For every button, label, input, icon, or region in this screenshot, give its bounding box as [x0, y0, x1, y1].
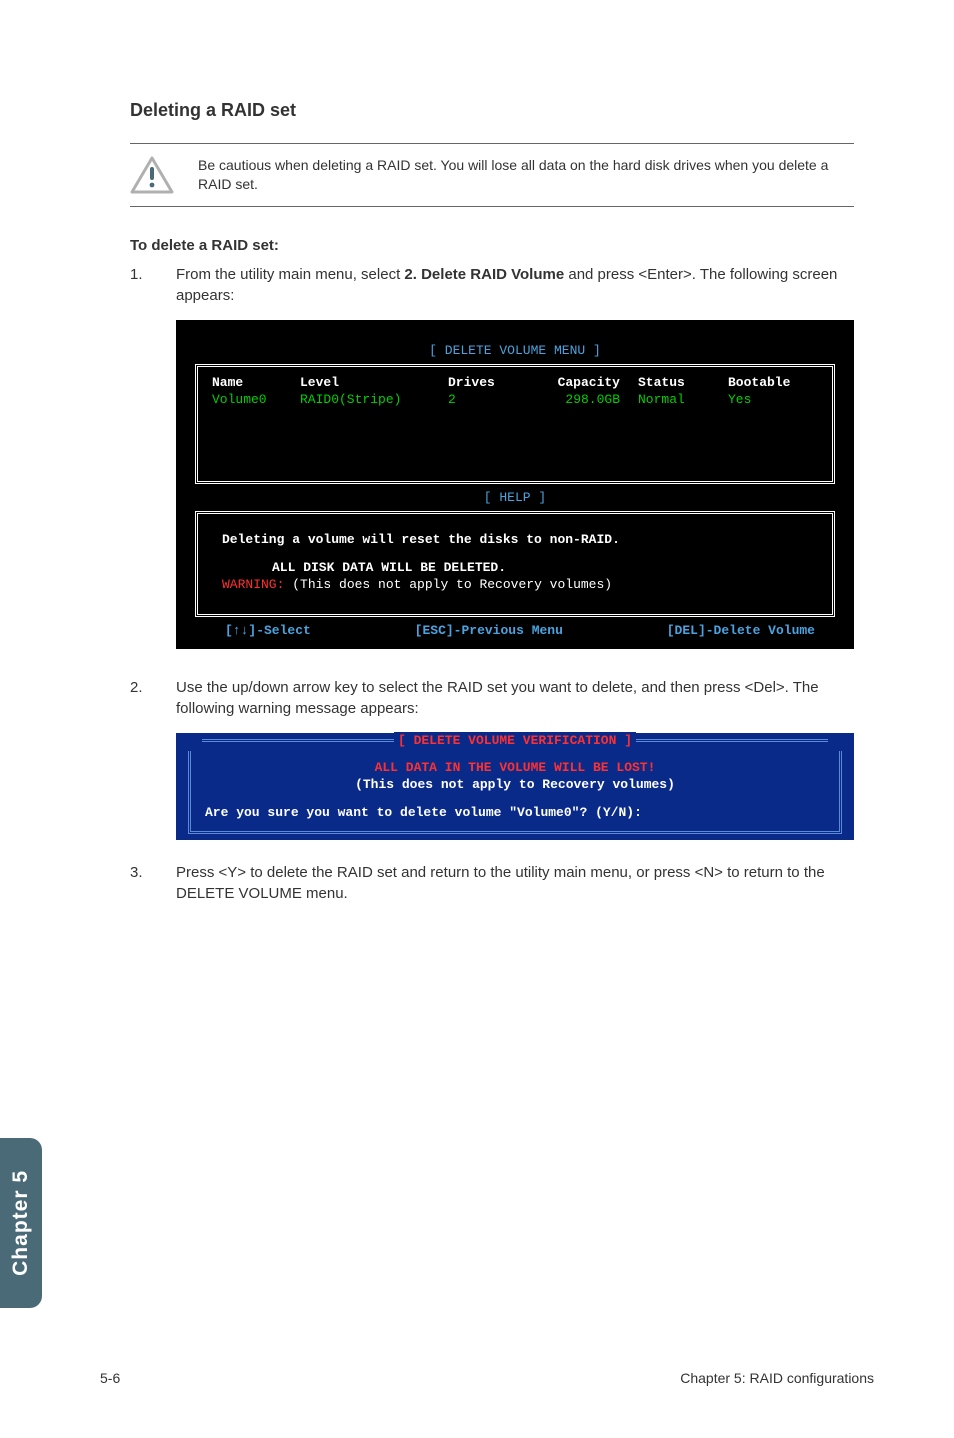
help-line-1: Deleting a volume will reset the disks t… — [212, 532, 818, 549]
verify-question: Are you sure you want to delete volume "… — [201, 804, 829, 822]
step-number: 3. — [130, 862, 176, 904]
footer-select: [↑↓]-Select — [225, 623, 311, 640]
help-line-2: ALL DISK DATA WILL BE DELETED. — [212, 560, 818, 577]
verify-note: (This does not apply to Recovery volumes… — [201, 776, 829, 794]
verify-dialog: [ DELETE VOLUME VERIFICATION ] ALL DATA … — [176, 733, 854, 840]
terminal-title: [ DELETE VOLUME MENU ] — [195, 343, 835, 360]
cell-status: Normal — [638, 392, 728, 409]
page-footer: 5-6 Chapter 5: RAID configurations — [100, 1370, 874, 1386]
step-text-bold: 2. Delete RAID Volume — [404, 266, 564, 283]
step-number: 1. — [130, 264, 176, 306]
table-row: Volume0 RAID0(Stripe) 2 298.0GB Normal Y… — [212, 392, 818, 409]
cell-capacity: 298.0GB — [528, 392, 638, 409]
help-title: [ HELP ] — [195, 490, 835, 507]
warning-text: Be cautious when deleting a RAID set. Yo… — [198, 156, 854, 194]
terminal-screenshot: [ DELETE VOLUME MENU ] Name Level Drives… — [176, 320, 854, 649]
cell-level: RAID0(Stripe) — [300, 392, 448, 409]
warning-icon — [130, 156, 174, 194]
warning-label: WARNING: — [222, 577, 284, 592]
col-status-header: Status — [638, 375, 728, 392]
help-line-3: WARNING: (This does not apply to Recover… — [212, 577, 818, 594]
footer-prev: [ESC]-Previous Menu — [415, 623, 563, 640]
verify-box: ALL DATA IN THE VOLUME WILL BE LOST! (Th… — [188, 751, 842, 835]
step-number: 2. — [130, 677, 176, 719]
step-1: 1. From the utility main menu, select 2.… — [130, 264, 854, 306]
terminal-footer: [↑↓]-Select [ESC]-Previous Menu [DEL]-De… — [195, 619, 835, 640]
verify-screenshot: [ DELETE VOLUME VERIFICATION ] ALL DATA … — [176, 733, 854, 840]
step-2: 2. Use the up/down arrow key to select t… — [130, 677, 854, 719]
terminal: [ DELETE VOLUME MENU ] Name Level Drives… — [176, 320, 854, 649]
col-capacity-header: Capacity — [528, 375, 638, 392]
verify-warning-red: ALL DATA IN THE VOLUME WILL BE LOST! — [201, 759, 829, 777]
chapter-label: Chapter 5: RAID configurations — [680, 1370, 874, 1386]
col-level-header: Level — [300, 375, 448, 392]
cell-bootable: Yes — [728, 392, 818, 409]
step-body: From the utility main menu, select 2. De… — [176, 264, 854, 306]
table-header-row: Name Level Drives Capacity Status Bootab… — [212, 375, 818, 392]
verify-title-line: [ DELETE VOLUME VERIFICATION ] — [188, 732, 842, 750]
step-body: Press <Y> to delete the RAID set and ret… — [176, 862, 854, 904]
step-body: Use the up/down arrow key to select the … — [176, 677, 854, 719]
chapter-side-tab-label: Chapter 5 — [9, 1170, 33, 1276]
terminal-table-box: Name Level Drives Capacity Status Bootab… — [195, 364, 835, 484]
step-text-pre: From the utility main menu, select — [176, 266, 404, 283]
cell-drives: 2 — [448, 392, 528, 409]
procedure-subheading: To delete a RAID set: — [130, 237, 854, 254]
page-number: 5-6 — [100, 1370, 120, 1386]
col-drives-header: Drives — [448, 375, 528, 392]
footer-del: [DEL]-Delete Volume — [667, 623, 815, 640]
warning-callout: Be cautious when deleting a RAID set. Yo… — [130, 143, 854, 207]
chapter-side-tab: Chapter 5 — [0, 1138, 42, 1308]
page: Deleting a RAID set Be cautious when del… — [0, 0, 954, 1438]
help-line-3-text: (This does not apply to Recovery volumes… — [284, 577, 612, 592]
col-name-header: Name — [212, 375, 300, 392]
help-box: Deleting a volume will reset the disks t… — [195, 511, 835, 618]
cell-name: Volume0 — [212, 392, 300, 409]
verify-title: [ DELETE VOLUME VERIFICATION ] — [394, 732, 636, 750]
section-heading: Deleting a RAID set — [130, 100, 854, 121]
step-3: 3. Press <Y> to delete the RAID set and … — [130, 862, 854, 904]
col-bootable-header: Bootable — [728, 375, 818, 392]
spacer — [212, 409, 818, 463]
